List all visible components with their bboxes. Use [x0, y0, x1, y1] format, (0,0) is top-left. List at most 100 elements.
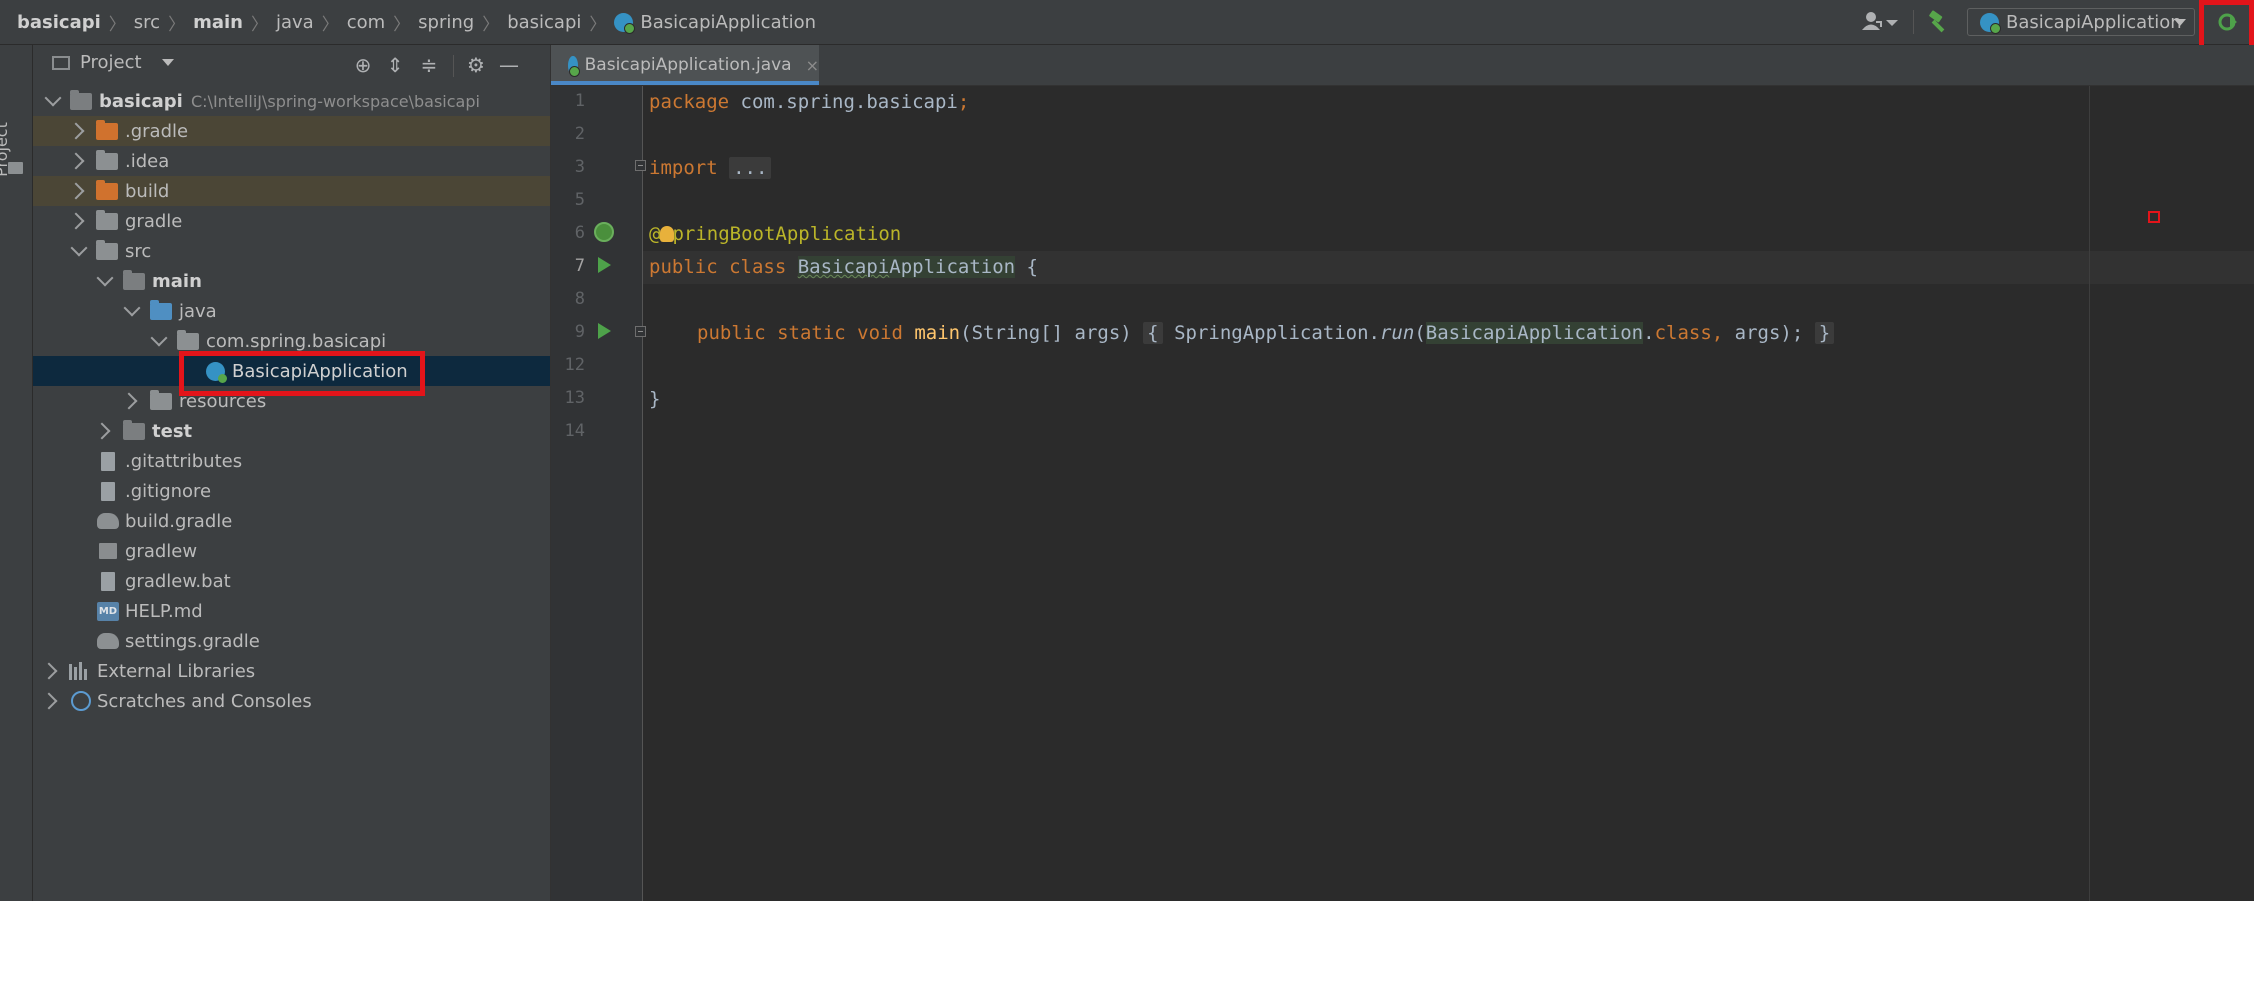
tree-root-path: C:\IntelliJ\spring-workspace\basicapi [191, 91, 480, 111]
collapse-all-icon[interactable]: ≑ [417, 53, 441, 77]
chevron-down-icon [2174, 19, 2186, 26]
chevron-right-icon[interactable] [120, 392, 138, 410]
breadcrumb-main[interactable]: main [193, 12, 243, 33]
class-file-highlight [179, 351, 425, 396]
ide-window: basicapi 〉 src 〉 main 〉 java 〉 com 〉 spr… [0, 0, 2254, 901]
run-main-icon[interactable] [598, 323, 611, 339]
batch-file-icon [101, 571, 115, 591]
keyword: class [1654, 322, 1712, 344]
chevron-right-icon[interactable] [40, 662, 58, 680]
chevron-down-icon [161, 59, 174, 66]
chevron-down-icon[interactable] [150, 329, 168, 347]
gear-icon[interactable]: ⚙ [464, 53, 488, 77]
tree-row-external-libraries[interactable]: External Libraries [33, 656, 550, 686]
folder-icon [8, 162, 23, 174]
breadcrumb-basicapi-package[interactable]: basicapi [507, 12, 581, 33]
resources-folder-icon [150, 389, 172, 410]
tab-basicapi-application-java[interactable]: BasicapiApplication.java × [551, 45, 819, 85]
tree-label: Scratches and Consoles [97, 690, 312, 712]
spring-boot-app-icon [1980, 12, 2001, 34]
spring-bean-icon[interactable] [594, 222, 614, 242]
tree-row-gradlew-bat[interactable]: gradlew.bat [33, 566, 550, 596]
class-name-part: Basicapi [797, 256, 890, 278]
tree-label: gradlew [125, 540, 198, 562]
tree-label: .idea [125, 150, 170, 172]
method-name: main [914, 322, 961, 344]
line-number: 14 [564, 421, 585, 441]
tree-row-gradle[interactable]: gradle [33, 206, 550, 236]
breadcrumb-spring[interactable]: spring [418, 12, 474, 33]
project-view-selector[interactable]: Project [52, 52, 174, 73]
module-folder-icon [123, 419, 145, 440]
breadcrumb-java[interactable]: java [276, 12, 314, 33]
code-area[interactable]: package com.spring.basicapi; import ... … [649, 86, 2254, 901]
chevron-down-icon[interactable] [123, 299, 141, 317]
chevron-right-icon[interactable] [67, 212, 85, 230]
minimize-icon[interactable]: — [497, 53, 521, 77]
breadcrumb-basicapi[interactable]: basicapi [17, 12, 101, 33]
tree-row-test[interactable]: test [33, 416, 550, 446]
chevron-right-icon[interactable] [67, 122, 85, 140]
tree-row-basicapi[interactable]: basicapi C:\IntelliJ\spring-workspace\ba… [33, 86, 550, 116]
code-line-3: import ... [649, 154, 772, 182]
method-params: (String[] args) [960, 322, 1132, 344]
fold-marker-icon[interactable] [635, 160, 646, 171]
chevron-right-icon[interactable] [67, 182, 85, 200]
error-stripe-marker[interactable] [2148, 211, 2160, 223]
code-editor[interactable]: 1 2 3 5 6 7 8 9 12 13 14 package com.spr… [551, 86, 2254, 901]
tree-row-src[interactable]: src [33, 236, 550, 266]
chevron-right-icon[interactable] [93, 422, 111, 440]
tree-label: External Libraries [97, 660, 256, 682]
tree-row-gitattributes[interactable]: .gitattributes [33, 446, 550, 476]
tree-row-build[interactable]: build [33, 176, 550, 206]
fold-close-brace[interactable]: } [1814, 322, 1835, 344]
run-configuration-selector[interactable]: BasicapiApplication [1967, 8, 2195, 36]
lightbulb-icon[interactable] [660, 226, 674, 242]
left-tool-window-stripe: Project [0, 45, 33, 901]
keyword: public static void [697, 322, 903, 344]
tree-row-java[interactable]: java [33, 296, 550, 326]
ignore-file-icon [101, 481, 115, 501]
tree-row-gradlew[interactable]: gradlew [33, 536, 550, 566]
chevron-right-icon[interactable] [67, 152, 85, 170]
collapsed-imports[interactable]: ... [729, 157, 772, 179]
chevron-down-icon[interactable] [44, 89, 62, 107]
tree-row-scratches[interactable]: Scratches and Consoles [33, 686, 550, 716]
paren: ( [1414, 322, 1426, 344]
tree-label: build.gradle [125, 510, 233, 532]
chevron-down-icon[interactable] [96, 269, 114, 287]
run-class-icon[interactable] [598, 257, 611, 273]
locate-icon[interactable]: ⊕ [351, 53, 375, 77]
open-brace: { [1015, 256, 1038, 278]
tree-row-idea[interactable]: .idea [33, 146, 550, 176]
account-button[interactable] [1858, 8, 1902, 36]
tree-row-settings-gradle[interactable]: settings.gradle [33, 626, 550, 656]
text-file-icon [101, 451, 115, 471]
fold-marker-icon[interactable] [635, 326, 646, 337]
tree-row-main[interactable]: main [33, 266, 550, 296]
close-brace: } [649, 388, 661, 410]
breadcrumb-current[interactable]: BasicapiApplication [614, 12, 816, 34]
tree-row-gitignore[interactable]: .gitignore [33, 476, 550, 506]
class-name: BasicapiApplication [797, 256, 1016, 278]
build-button[interactable] [1924, 8, 1954, 36]
expand-all-icon[interactable]: ⇕ [383, 53, 407, 77]
code-line-13: } [649, 385, 660, 413]
breadcrumb-separator: 〉 [250, 14, 268, 35]
tree-row-gradle-dot[interactable]: .gradle [33, 116, 550, 146]
project-tool-window-button[interactable]: Project [0, 105, 28, 195]
tree-label: main [152, 270, 202, 292]
chevron-right-icon[interactable] [40, 692, 58, 710]
tree-row-help-md[interactable]: MD HELP.md [33, 596, 550, 626]
close-icon[interactable]: × [806, 56, 819, 75]
line-number: 7 [574, 256, 585, 276]
fold-open-brace[interactable]: { [1143, 322, 1163, 344]
tree-row-build-gradle[interactable]: build.gradle [33, 506, 550, 536]
tree-label: .gradle [125, 120, 189, 142]
breadcrumb-src[interactable]: src [134, 12, 160, 33]
package-icon [177, 329, 199, 350]
breadcrumb: basicapi 〉 src 〉 main 〉 java 〉 com 〉 spr… [17, 0, 816, 44]
keyword: public class [649, 256, 787, 278]
chevron-down-icon[interactable] [70, 239, 88, 257]
breadcrumb-com[interactable]: com [347, 12, 385, 33]
